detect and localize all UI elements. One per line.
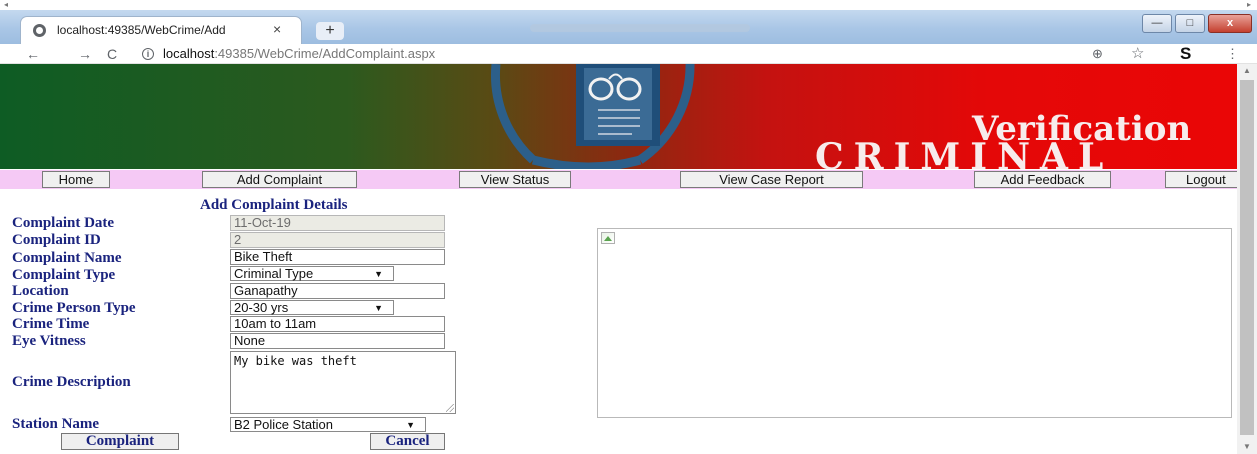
globe-icon <box>33 24 46 37</box>
location-field[interactable]: Ganapathy <box>230 283 445 299</box>
zoom-icon[interactable]: ⊕ <box>1092 44 1103 64</box>
main-menu: Home Add Complaint View Status View Case… <box>0 170 1237 189</box>
page-viewport: Verification CRIMINAL Home Add Complaint… <box>0 64 1237 454</box>
label-crime-person-type: Crime Person Type <box>12 300 136 316</box>
url-path: :49385/WebCrime/AddComplaint.aspx <box>214 46 436 61</box>
cancel-button[interactable]: Cancel <box>370 433 445 450</box>
minimize-button[interactable]: — <box>1142 14 1172 33</box>
browser-menu-icon[interactable]: ⋮ <box>1226 44 1239 64</box>
blurred-tab-placeholder <box>530 24 750 32</box>
forward-icon[interactable]: → <box>78 44 92 64</box>
label-eye-witness: Eye Vitness <box>12 333 86 349</box>
label-crime-time: Crime Time <box>12 316 90 332</box>
close-window-button[interactable]: x <box>1208 14 1252 33</box>
complaint-type-select[interactable]: Criminal Type ▼ <box>230 266 394 281</box>
scroll-down-icon[interactable]: ▼ <box>1237 440 1257 454</box>
resize-grip-icon[interactable] <box>446 404 454 412</box>
complaint-name-field[interactable]: Bike Theft <box>230 249 445 265</box>
tab-close-icon[interactable]: × <box>273 21 281 37</box>
banner-subtitle: CRIMINAL <box>815 136 1114 169</box>
label-complaint-name: Complaint Name <box>12 250 122 266</box>
menu-add-feedback-button[interactable]: Add Feedback <box>974 171 1111 188</box>
scroll-up-icon[interactable]: ▲ <box>1237 64 1257 78</box>
label-location: Location <box>12 283 69 299</box>
new-tab-button[interactable]: + <box>316 22 344 40</box>
dropdown-arrow-icon: ▼ <box>374 269 383 279</box>
station-name-select[interactable]: B2 Police Station ▼ <box>230 417 426 432</box>
label-complaint-type: Complaint Type <box>12 267 116 283</box>
menu-logout-button[interactable]: Logout <box>1165 171 1237 188</box>
broken-image-icon <box>601 232 615 244</box>
browser-tab[interactable]: localhost:49385/WebCrime/Add × <box>20 16 302 44</box>
url-host: localhost <box>163 46 215 61</box>
crime-time-field[interactable]: 10am to 11am <box>230 316 445 332</box>
complaint-date-field[interactable]: 11-Oct-19 <box>230 215 445 231</box>
label-crime-description: Crime Description <box>12 374 131 390</box>
tab-title: localhost:49385/WebCrime/Add <box>57 23 226 37</box>
complaint-id-field[interactable]: 2 <box>230 232 445 248</box>
browser-titlebar: localhost:49385/WebCrime/Add × + — □ x <box>0 10 1257 44</box>
address-bar[interactable]: localhost:49385/WebCrime/AddComplaint.as… <box>163 46 435 61</box>
page-title: Add Complaint Details <box>200 197 348 213</box>
label-complaint-date: Complaint Date <box>12 215 115 231</box>
dropdown-arrow-icon: ▼ <box>374 303 383 313</box>
maximize-button[interactable]: □ <box>1175 14 1205 33</box>
label-station-name: Station Name <box>12 416 100 432</box>
menu-view-case-report-button[interactable]: View Case Report <box>680 171 863 188</box>
complaint-type-value: Criminal Type <box>234 266 314 281</box>
back-icon[interactable]: ← <box>26 44 40 64</box>
menu-home-button[interactable]: Home <box>42 171 110 188</box>
window-top-strip: ◂ ▸ <box>0 0 1257 10</box>
bookmark-star-icon[interactable]: ☆ <box>1131 44 1144 64</box>
evidence-image-frame <box>597 228 1232 418</box>
browser-toolbar: ← → C i localhost:49385/WebCrime/AddComp… <box>0 44 1257 64</box>
menu-view-status-button[interactable]: View Status <box>459 171 571 188</box>
reload-icon[interactable]: C <box>107 44 117 64</box>
dropdown-arrow-icon: ▼ <box>406 420 415 430</box>
header-banner: Verification CRIMINAL <box>0 64 1237 169</box>
crime-person-type-select[interactable]: 20-30 yrs ▼ <box>230 300 394 315</box>
complaint-submit-button[interactable]: Complaint <box>61 433 179 450</box>
scrollbar-thumb[interactable] <box>1240 80 1254 435</box>
site-info-icon[interactable]: i <box>142 48 154 60</box>
extension-icon[interactable]: S <box>1180 44 1191 64</box>
label-complaint-id: Complaint ID <box>12 232 101 248</box>
crime-description-textarea[interactable]: My bike was theft <box>230 351 456 414</box>
crime-description-value: My bike was theft <box>234 354 357 368</box>
eye-witness-field[interactable]: None <box>230 333 445 349</box>
station-name-value: B2 Police Station <box>234 417 334 432</box>
crime-person-type-value: 20-30 yrs <box>234 300 289 315</box>
scroll-left-icon: ◂ <box>4 0 9 9</box>
menu-add-complaint-button[interactable]: Add Complaint <box>202 171 357 188</box>
scroll-right-icon: ▸ <box>1247 0 1252 9</box>
page-scrollbar[interactable]: ▲ ▼ <box>1237 64 1257 454</box>
